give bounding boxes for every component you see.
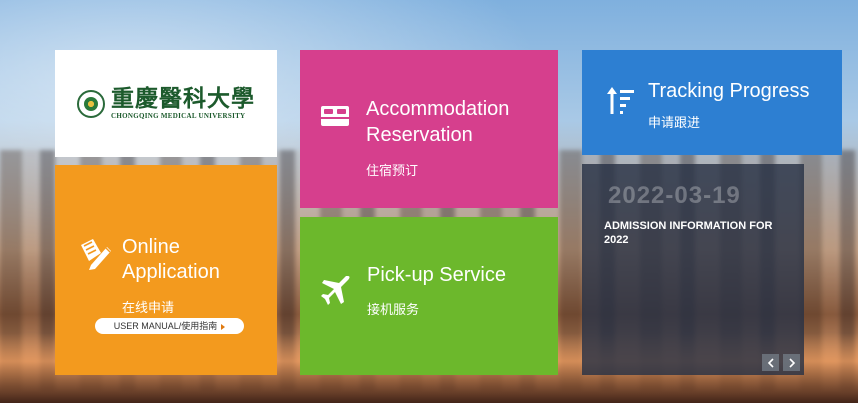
logo-text: 重慶醫科大學 CHONGQING MEDICAL UNIVERSITY [111,85,255,121]
accommodation-title: Accommodation Reservation [366,98,510,146]
user-manual-label: USER MANUAL/使用指南 [113,321,218,331]
accommodation-reservation-tile[interactable]: Accommodation Reservation 住宿预订 [300,50,558,208]
logo-name-cn: 重慶醫科大學 [111,85,255,112]
pickup-service-title: Pick-up Service [367,264,506,286]
logo-name-en: CHONGQING MEDICAL UNIVERSITY [111,112,246,120]
chevron-right-icon [221,323,226,330]
news-date: 2022-03-19 [608,182,741,209]
university-logo[interactable]: 重慶醫科大學 CHONGQING MEDICAL UNIVERSITY [55,50,277,157]
accommodation-subtitle: 住宿预订 [366,163,419,178]
online-application-subtitle: 在线申请 [122,300,175,315]
bed-icon [321,106,349,126]
online-application-tile[interactable]: Online Application 在线申请 USER MANUAL/使用指南 [55,165,277,375]
chevron-left-icon [767,357,774,368]
edit-document-icon [81,239,111,270]
chevron-right-icon [788,357,795,368]
sort-progress-icon [607,87,634,114]
tracking-progress-subtitle: 申请跟进 [648,115,701,130]
user-manual-button[interactable]: USER MANUAL/使用指南 [95,318,244,334]
tracking-progress-title: Tracking Progress [648,80,810,102]
news-slider: 2022-03-19 ADMISSION INFORMATION FOR 202… [582,164,804,375]
airplane-icon [321,276,350,305]
pickup-service-subtitle: 接机服务 [367,302,420,317]
news-next-button[interactable] [783,354,800,371]
pickup-service-tile[interactable]: Pick-up Service 接机服务 [300,217,558,375]
news-headline[interactable]: ADMISSION INFORMATION FOR 2022 [604,219,789,247]
online-application-title: Online Application [122,236,220,283]
university-seal-icon [77,89,105,118]
tracking-progress-tile[interactable]: Tracking Progress 申请跟进 [582,50,842,155]
news-prev-button[interactable] [762,354,779,371]
